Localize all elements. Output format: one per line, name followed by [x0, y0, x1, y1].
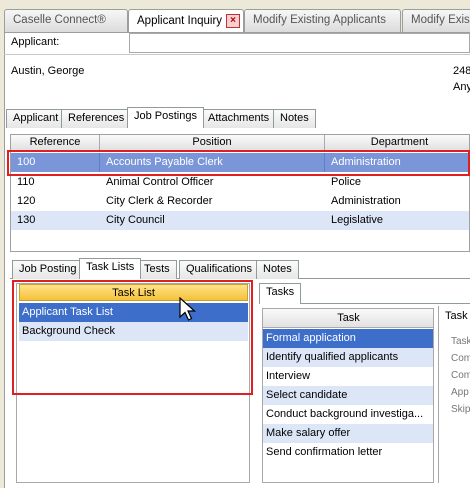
- tab-label: Task Lists: [86, 261, 135, 273]
- document-tab-strip: Caselle Connect® Applicant Inquiry × Modi…: [0, 0, 470, 33]
- task-detail-label: Com: [451, 370, 470, 381]
- task-detail-label: Task: [451, 336, 470, 347]
- tab-tasks[interactable]: Tasks: [259, 283, 302, 304]
- doc-tab-applicant-inquiry[interactable]: Applicant Inquiry ×: [128, 9, 244, 33]
- tab-label: Notes: [280, 112, 309, 124]
- tab-label: Job Postings: [134, 110, 197, 122]
- tab-label: Tasks: [266, 286, 295, 298]
- tab-applicant[interactable]: Applicant: [6, 109, 66, 128]
- cell-department: Administration: [331, 195, 401, 207]
- tasks-grid: Task Formal application Identify qualifi…: [262, 308, 434, 483]
- task-list-highlight-box: [12, 280, 253, 395]
- doc-tab-caselle-connect[interactable]: Caselle Connect®: [4, 9, 128, 32]
- task-detail-label: Com: [451, 353, 470, 364]
- posting-row[interactable]: 130 City Council Legislative: [11, 211, 469, 230]
- tab-label: Applicant: [13, 112, 59, 124]
- column-header-position[interactable]: Position: [100, 135, 325, 151]
- applicant-input[interactable]: [129, 33, 470, 53]
- task-detail-header: Task: [445, 310, 468, 322]
- task-item[interactable]: Select candidate: [263, 386, 433, 405]
- applicant-label: Applicant:: [11, 36, 60, 48]
- mouse-pointer-icon: [179, 297, 197, 321]
- tasks-column-header[interactable]: Task: [263, 309, 433, 328]
- tab-job-posting[interactable]: Job Posting: [12, 260, 84, 279]
- tab-label: Tests: [144, 263, 170, 275]
- doc-tab-label: Applicant Inquiry: [137, 15, 223, 28]
- tab-label: Qualifications: [186, 263, 253, 275]
- selected-row-highlight-box: [7, 150, 470, 176]
- tab-notes[interactable]: Notes: [273, 109, 316, 128]
- task-item-selected[interactable]: Formal application: [263, 329, 433, 348]
- cell-reference: 130: [17, 214, 36, 226]
- tab-qualifications[interactable]: Qualifications: [179, 260, 260, 279]
- close-icon[interactable]: ×: [226, 14, 241, 28]
- posting-row[interactable]: 120 City Clerk & Recorder Administration: [11, 192, 469, 211]
- doc-tab-modify-existing-applicants[interactable]: Modify Existing Applicants: [244, 9, 401, 32]
- tab-label: References: [68, 112, 125, 124]
- applicant-address-line-1: 248: [453, 65, 470, 77]
- cell-position: City Council: [106, 214, 165, 226]
- tab-label: Notes: [263, 263, 292, 275]
- tab-label: Job Posting: [19, 263, 77, 275]
- doc-tab-label: Caselle Connect®: [13, 14, 106, 26]
- doc-tab-modify-existing-2[interactable]: Modify Exis: [402, 9, 470, 32]
- tab-references[interactable]: References: [61, 109, 132, 128]
- tab-job-postings[interactable]: Job Postings: [127, 107, 204, 128]
- task-detail-panel: Task Task Com Com App Skip: [438, 306, 470, 483]
- task-detail-label: App: [451, 387, 469, 398]
- cell-position: City Clerk & Recorder: [106, 195, 213, 207]
- task-item[interactable]: Make salary offer: [263, 424, 433, 443]
- cell-department: Legislative: [331, 214, 383, 226]
- task-item[interactable]: Interview: [263, 367, 433, 386]
- column-header-reference[interactable]: Reference: [11, 135, 100, 151]
- applicant-address-line-2: Any: [453, 81, 470, 93]
- applicant-name: Austin, George: [11, 65, 85, 77]
- task-item[interactable]: Send confirmation letter: [263, 443, 433, 462]
- applicant-divider: [4, 54, 470, 55]
- tab-notes-sub[interactable]: Notes: [256, 260, 299, 279]
- tab-attachments[interactable]: Attachments: [201, 109, 277, 128]
- task-item[interactable]: Identify qualified applicants: [263, 348, 433, 367]
- task-item[interactable]: Conduct background investiga...: [263, 405, 433, 424]
- tab-task-lists[interactable]: Task Lists: [79, 258, 142, 279]
- tab-label: Attachments: [208, 112, 270, 124]
- column-header-department[interactable]: Department: [325, 135, 469, 151]
- cell-reference: 120: [17, 195, 36, 207]
- doc-tab-label: Modify Existing Applicants: [253, 14, 386, 26]
- tab-tests[interactable]: Tests: [137, 260, 177, 279]
- task-detail-label: Skip: [451, 404, 470, 415]
- doc-tab-label: Modify Exis: [411, 14, 470, 26]
